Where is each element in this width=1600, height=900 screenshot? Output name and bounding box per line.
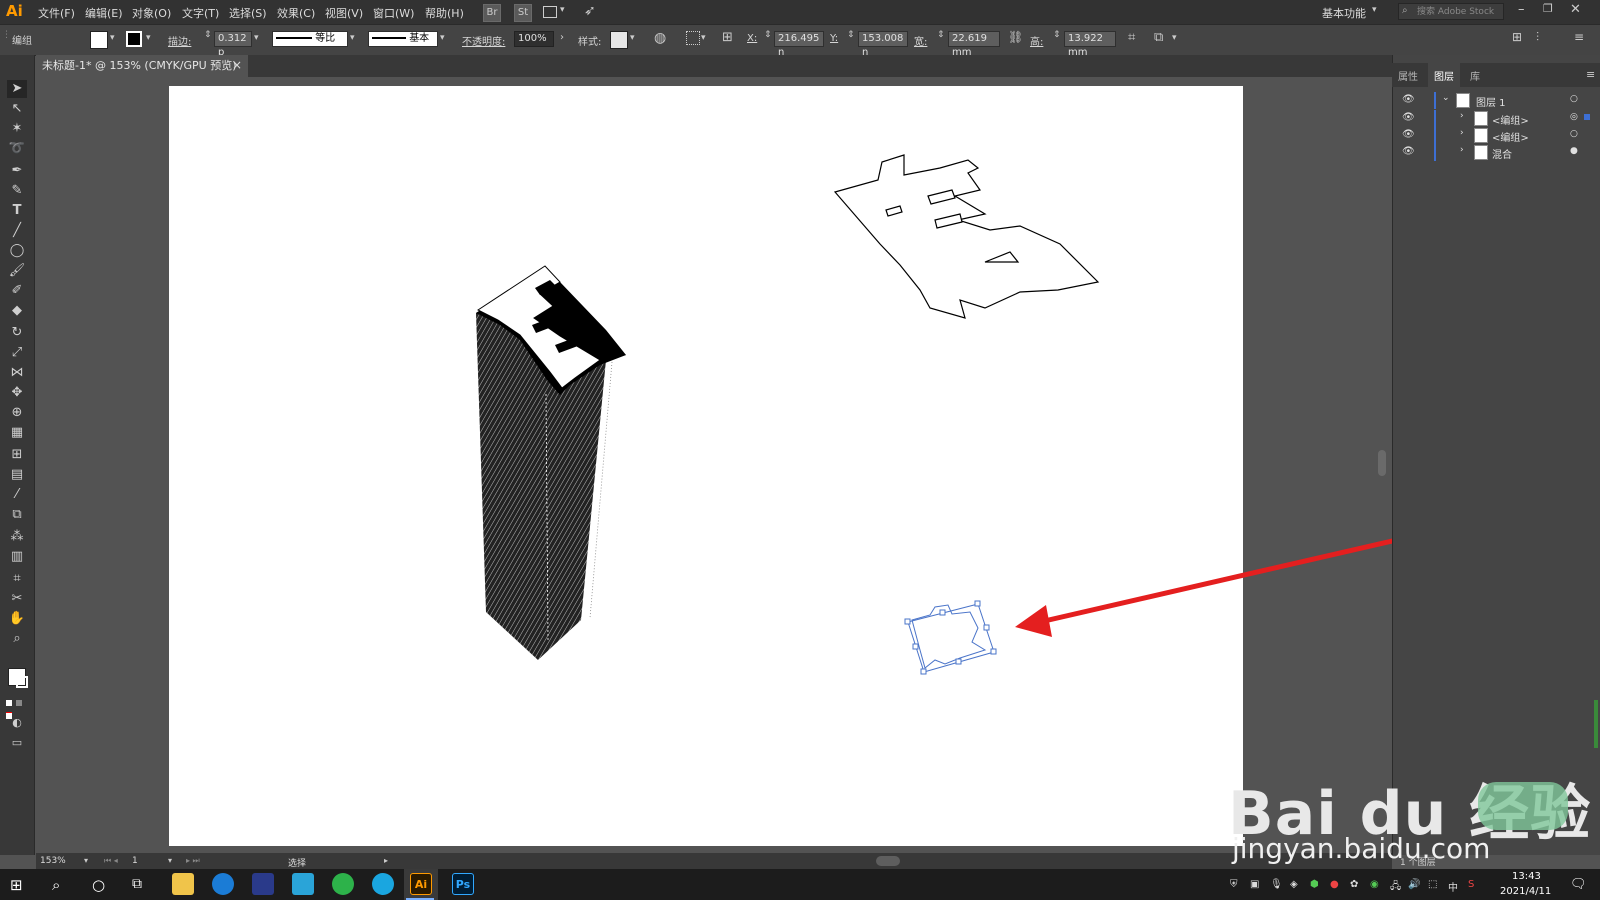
clock-date[interactable]: 2021/4/11 [1500,886,1551,897]
tray-app-icon[interactable]: ◈ [1290,879,1298,890]
chevron-right-icon[interactable]: › [1460,145,1464,155]
selection-handle[interactable] [974,600,981,607]
layer-row[interactable]: 👁 › <编组> ◎ [1396,110,1596,127]
eye-icon[interactable]: 👁 [1402,94,1415,105]
horizontal-scrollbar-thumb[interactable] [876,856,900,866]
file-explorer-icon[interactable] [172,873,194,895]
selection-handle[interactable] [990,648,997,655]
chevron-right-icon[interactable]: › [1460,111,1464,121]
eye-icon[interactable]: 👁 [1402,146,1415,157]
layer-thumbnail [1474,111,1488,126]
wechat-tray-icon[interactable]: ◉ [1370,879,1379,890]
panel-collapse-strip[interactable] [1594,700,1598,748]
chevron-right-icon[interactable]: › [1460,128,1464,138]
sogou-icon[interactable]: S [1468,879,1474,890]
selection-handle[interactable] [912,643,919,650]
app-icon[interactable] [252,873,274,895]
layer-name[interactable]: <编组> [1492,129,1529,144]
tray-app-icon[interactable]: ▣ [1250,879,1259,890]
selected-glyph-outline [911,604,987,669]
search-icon[interactable]: ⌕ [52,876,60,894]
layer-row[interactable]: 👁 › <编组> ○ [1396,127,1596,144]
tray-app-icon[interactable]: ✿ [1350,879,1358,890]
selection-handle[interactable] [983,624,990,631]
security-icon[interactable]: ⛨ [1230,879,1238,890]
layer-color-bar [1434,110,1436,127]
tab-layers[interactable]: 图层 [1434,68,1454,83]
first-page-icon[interactable]: ⏮ ◂ [104,856,118,866]
layer-color-bar [1434,127,1436,144]
artboard-number-field[interactable]: 1 [132,856,138,866]
target-icon[interactable]: ○ [1570,129,1578,139]
layer-color-bar [1434,144,1436,161]
photoshop-icon[interactable]: Ps [452,873,474,895]
target-icon[interactable]: ○ [1570,94,1578,104]
target-icon[interactable]: ◎ [1570,112,1578,122]
edge-browser-icon[interactable] [212,873,234,895]
eye-icon[interactable]: 👁 [1402,112,1415,123]
red-arrow-annotation [1015,527,1441,637]
app-icon[interactable] [372,873,394,895]
record-icon[interactable]: ● [1330,879,1339,890]
microphone-icon[interactable]: 🎙 [1270,879,1283,890]
selection-handle[interactable] [939,609,946,616]
cortana-icon[interactable]: ○ [92,876,105,894]
selection-handle[interactable] [920,668,927,675]
blend-extrusion-artwork[interactable] [476,265,626,660]
baidu-watermark-url: jingyan.baidu.com [1232,832,1491,865]
layer-color-bar [1434,92,1436,109]
layer-thumbnail [1474,145,1488,160]
clock-time[interactable]: 13:43 [1512,871,1541,882]
red-arrow-head [1015,605,1052,637]
layers-panel [1392,55,1600,855]
outline-character-artwork[interactable] [833,154,1100,319]
selected-group-artwork[interactable] [904,600,997,675]
layer-row[interactable]: 👁 ⌄ 图层 1 ○ [1396,92,1596,109]
selected-art-indicator [1584,114,1590,120]
status-menu-icon[interactable]: ▸ [384,856,388,865]
wechat-icon[interactable] [332,873,354,895]
task-view-icon[interactable]: ⧉ [132,876,142,892]
tray-app-icon[interactable]: ⬢ [1310,879,1319,890]
tab-properties[interactable]: 属性 [1398,68,1418,83]
status-bar [36,853,1392,869]
volume-icon[interactable]: 🔊 [1408,879,1420,890]
store-icon[interactable] [292,873,314,895]
tab-libraries[interactable]: 库 [1470,68,1480,83]
red-arrow-shaft [1039,527,1441,625]
network-icon[interactable]: 🖧 [1390,879,1401,896]
tray-app-icon[interactable]: ⬚ [1428,879,1437,890]
taskbar [0,869,1600,900]
layer-name[interactable]: <编组> [1492,112,1529,127]
next-page-icon[interactable]: ▸ ⏭ [186,856,200,866]
layer-thumbnail [1456,93,1470,108]
zoom-level-field[interactable]: 153% [40,856,66,866]
chevron-down-icon[interactable]: ▾ [84,856,88,865]
vertical-scrollbar-thumb[interactable] [1378,450,1386,476]
layer-name[interactable]: 混合 [1492,146,1512,161]
panel-menu-icon[interactable]: ≡ [1586,68,1595,81]
eye-icon[interactable]: 👁 [1402,129,1415,140]
chevron-down-icon[interactable]: ⌄ [1442,93,1450,103]
chevron-down-icon[interactable]: ▾ [168,856,172,865]
current-tool-status: 选择 [288,859,307,869]
selection-handle[interactable] [955,658,962,665]
ime-indicator[interactable]: 中 [1448,879,1458,894]
windows-start-icon[interactable]: ⊞ [10,876,23,894]
outline-glyph-shape [833,154,1100,319]
panel-tab-bar [1392,63,1600,87]
illustrator-icon[interactable]: Ai [410,873,432,895]
target-icon[interactable]: ● [1570,146,1578,156]
selection-handle[interactable] [904,618,911,625]
layer-row[interactable]: 👁 › 混合 ● [1396,144,1596,161]
layer-thumbnail [1474,128,1488,143]
watermark-badge [1478,782,1568,830]
layer-name[interactable]: 图层 1 [1476,94,1506,109]
notification-icon[interactable]: 🗨 [1570,877,1587,892]
